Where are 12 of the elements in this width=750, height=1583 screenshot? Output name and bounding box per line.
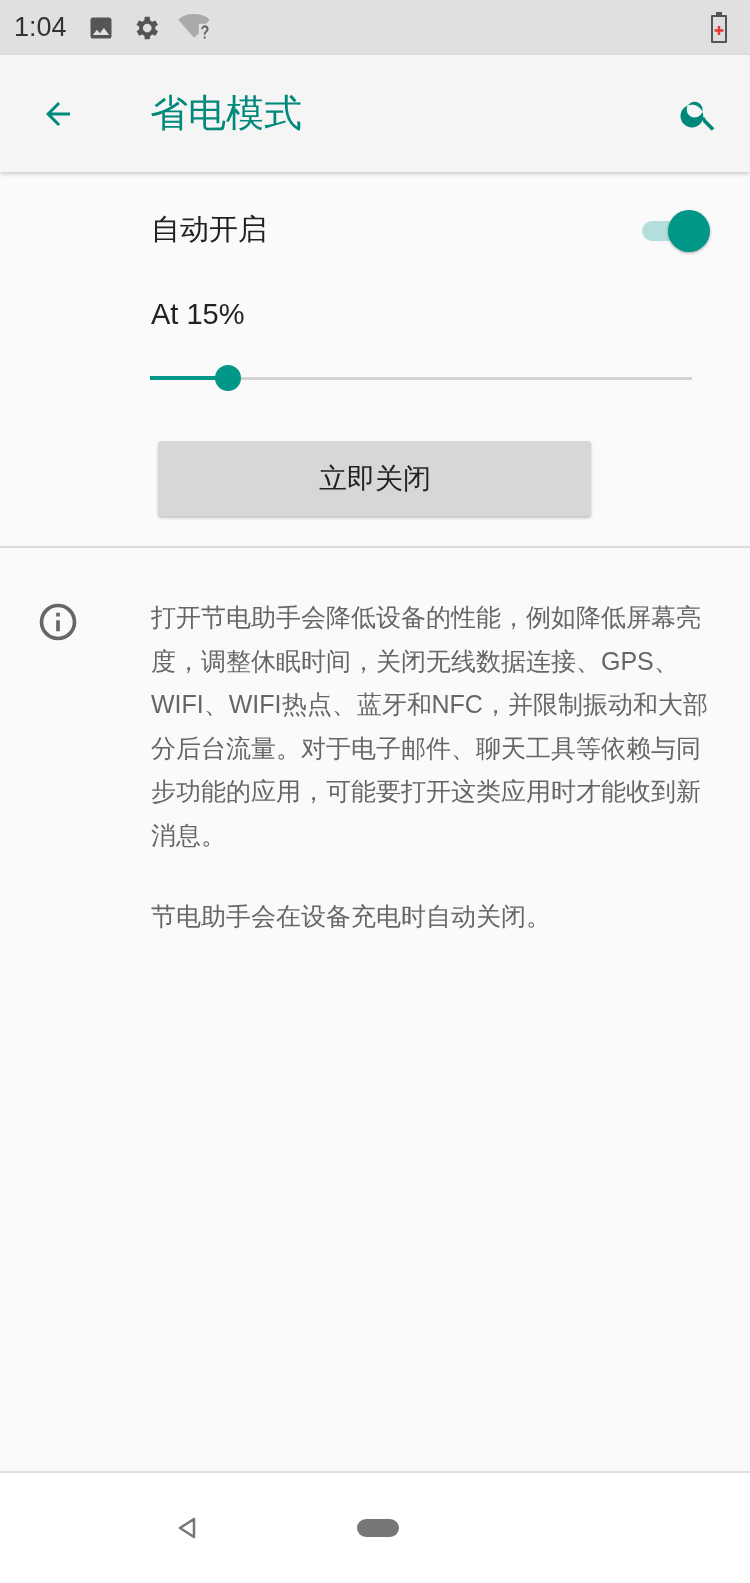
threshold-label: At 15% — [151, 298, 246, 331]
home-pill[interactable] — [357, 1519, 399, 1537]
status-time: 1:04 — [14, 12, 67, 43]
slider[interactable] — [150, 365, 692, 391]
battery-icon — [710, 11, 728, 44]
page-title: 省电模式 — [150, 91, 302, 136]
back-triangle-icon[interactable] — [177, 1517, 197, 1539]
auto-on-label: 自动开启 — [151, 212, 267, 247]
info-paragraph: 节电助手会在设备充电时自动关闭。 — [151, 901, 552, 932]
turn-off-now-button[interactable]: 立即关闭 — [158, 441, 591, 516]
slider-thumb[interactable] — [214, 365, 241, 391]
info-paragraph: 打开节电助手会降低设备的性能，例如降低屏幕亮度，调整休眠时间，关闭无线数据连接、GPS、WIFI、WIFI热点、蓝牙和NFC，并限制振动和大部分后台流量。对于电子邮件、聊天工具等依赖与同步功能的应用，可能要打开这类应用时才能收到新消息。 — [151, 602, 709, 851]
